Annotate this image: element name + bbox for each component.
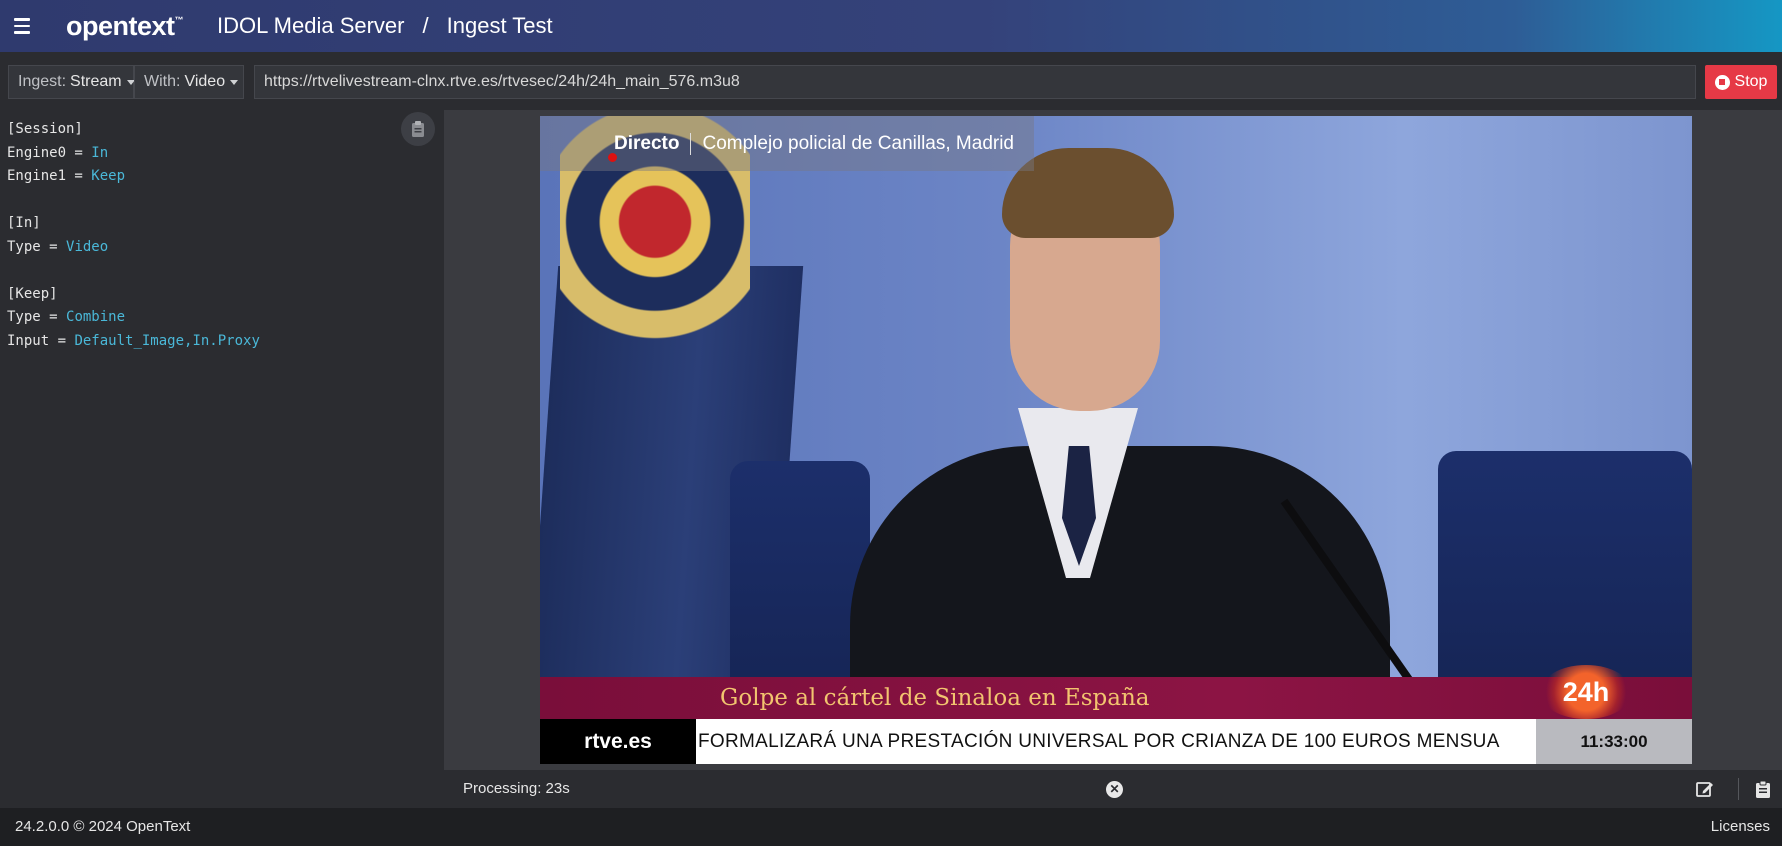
headline-text: Golpe al cártel de Sinaloa en España [720,685,1150,711]
live-caption: Directo Complejo policial de Canillas, M… [540,116,1034,171]
config-line [0,259,444,283]
news-ticker: rtve.es FORMALIZARÁ UNA PRESTACIÓN UNIVE… [540,719,1692,764]
ticker-logo: rtve.es [540,719,696,764]
config-line [0,189,444,213]
ingest-label: Ingest: [18,73,67,90]
menu-icon[interactable] [0,0,44,52]
stream-url-input[interactable] [254,65,1696,99]
opentext-logo: opentext™ [66,10,184,41]
ingest-toolbar: Ingest: Stream With: Video Stop [0,52,1782,110]
clipboard-icon[interactable] [1753,779,1773,799]
config-line: [Session] [0,118,444,142]
stop-icon [1714,74,1730,90]
config-value: Combine [66,309,126,325]
headline-bar: Golpe al cártel de Sinaloa en España [540,677,1692,719]
chevron-down-icon [230,79,239,85]
live-location: Complejo policial de Canillas, Madrid [702,132,1015,154]
ingest-value: Stream [70,73,122,90]
config-line: Engine0 = In [0,142,444,166]
config-key: Type = [7,238,67,255]
app-header: opentext™ IDOL Media Server / Ingest Tes… [0,0,1782,52]
config-key: Engine1 = [7,168,92,184]
config-line: Input = Default_Image,In.Proxy [0,330,444,354]
config-value: Keep [91,168,126,184]
close-icon[interactable]: ✕ [1106,781,1123,798]
config-key: [Session] [7,121,83,137]
footer: 24.2.0.0 © 2024 OpenText Licenses [0,808,1782,846]
stop-label: Stop [1734,73,1768,90]
product-name: IDOL Media Server [217,13,405,38]
licenses-link[interactable]: Licenses [1711,808,1770,846]
stop-button[interactable]: Stop [1705,65,1777,99]
with-type-dropdown[interactable]: With: Video [134,65,244,99]
processing-status: Processing: 23s [463,780,570,797]
config-line: Type = Combine [0,306,444,330]
config-line: [In] [0,212,444,236]
config-key: Input = [7,332,75,349]
config-key: [Keep] [7,285,58,302]
page-title: IDOL Media Server / Ingest Test [217,13,553,39]
channel-logo: 24h [1540,665,1632,719]
ingest-type-dropdown[interactable]: Ingest: Stream [8,65,135,99]
status-bar: Processing: 23s ✕ [444,770,1782,808]
clipboard-button[interactable] [401,112,435,146]
with-label: With: [144,73,181,90]
config-line: [Keep] [0,283,444,307]
config-editor[interactable]: [Session] Engine0 = In Engine1 = Keep [In] T… [0,110,444,808]
page-name: Ingest Test [446,13,553,38]
config-key: [In] [7,215,41,231]
version-text: 24.2.0.0 © 2024 OpenText [15,818,191,835]
live-label: Directo [614,132,680,154]
breadcrumb-separator: / [422,13,429,38]
live-dot-icon [608,153,617,162]
config-line: Engine1 = Keep [0,165,444,189]
config-key: Engine0 = [7,144,92,161]
clipboard-icon [412,121,424,137]
ticker-text: FORMALIZARÁ UNA PRESTACIÓN UNIVERSAL POR… [698,731,1500,752]
divider [1738,778,1739,800]
config-value: Video [66,238,109,255]
config-value: Default_Image,In.Proxy [74,332,260,349]
with-value: Video [184,73,226,90]
edit-icon[interactable] [1695,779,1715,799]
ticker-time: 11:33:00 [1536,719,1692,764]
config-key: Type = [7,309,67,325]
config-value: In [91,144,109,161]
video-player[interactable]: Directo Complejo policial de Canillas, M… [540,116,1692,764]
config-line: Type = Video [0,236,444,260]
